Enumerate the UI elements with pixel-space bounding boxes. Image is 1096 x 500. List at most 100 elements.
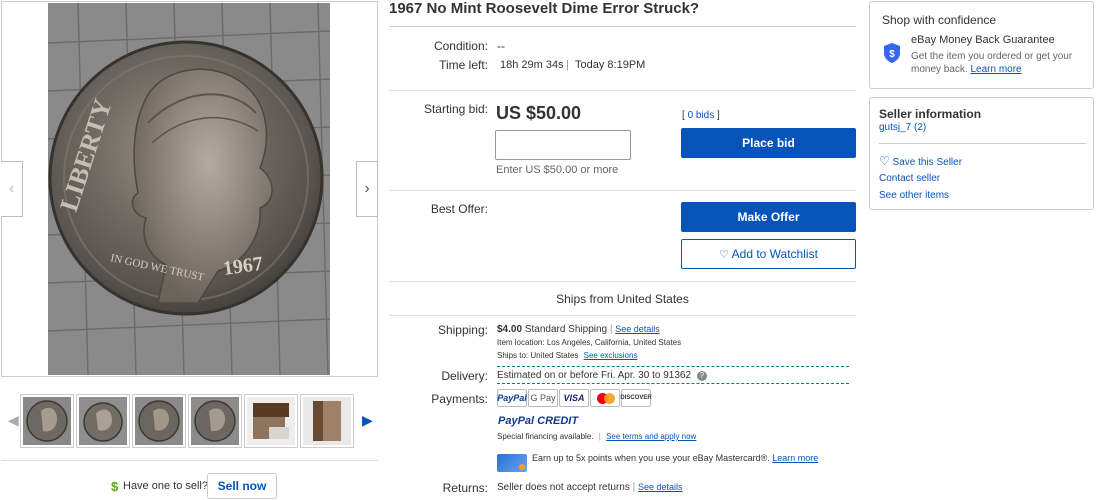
ships-to-line: Ships to: United States See exclusions [497,351,637,360]
bid-amount-input[interactable] [495,130,631,160]
best-offer-label: Best Offer: [430,202,488,216]
seller-divider [879,143,1086,144]
financing-line: Special financing available. | See terms… [497,432,696,441]
ships-to-label: Ships to: [497,351,529,360]
thumbnail-strip: ◀ ▶ [1,390,378,454]
item-location-line: Item location: Los Angeles, California, … [497,338,681,347]
thumbnail-prev-icon[interactable]: ◀ [8,412,19,429]
current-price: US $50.00 [496,103,582,123]
make-offer-button[interactable]: Make Offer [681,202,856,232]
sell-prompt: Have one to sell? [123,480,208,492]
shop-with-confidence-panel: Shop with confidence $ eBay Money Back G… [869,1,1094,89]
shipping-cost: $4.00 [497,324,523,335]
bid-hint: Enter US $50.00 or more [496,164,619,176]
see-other-items-link[interactable]: See other items [879,190,949,201]
seller-username-line: gutsj_7 (2) [879,122,926,133]
payment-icons: PayPal G Pay VISA mastercard DISCOVER [497,389,657,409]
shipping-line: $4.00 Standard Shipping | See details [497,324,660,335]
returns-label: Returns: [442,481,488,495]
seller-information-panel: Seller information gutsj_7 (2) ♡ Save th… [869,97,1094,210]
delivery-label: Delivery: [441,369,488,383]
shipping-label: Shipping: [437,323,488,337]
paypal-icon: PayPal [497,389,527,407]
financing-text: Special financing available. [497,432,594,441]
shipping-details-link[interactable]: See details [615,324,660,334]
bid-count-link[interactable]: 0 bids [688,110,715,121]
seller-feedback-link[interactable]: (2) [914,122,926,133]
divider [389,190,856,191]
time-left-end: Today 8:19PM [575,59,646,71]
page-title: 1967 No Mint Roosevelt Dime Error Struck… [389,0,700,17]
divider [389,315,856,316]
thumbnail-4[interactable] [188,394,242,448]
returns-details-link[interactable]: See details [638,482,683,492]
thumbnail-2[interactable] [76,394,130,448]
item-location-value: Los Angeles, California, United States [546,338,682,347]
guarantee-title: eBay Money Back Guarantee [911,34,1055,46]
condition-label: Condition: [433,39,488,53]
bid-count-close: ] [717,110,720,121]
time-left-separator: | [566,59,569,71]
thumbnail-1[interactable] [20,394,74,448]
mastercard-promo: Earn up to 5x points when you use your e… [532,452,852,464]
gallery-prev-button[interactable]: ‹ [1,161,23,217]
delivery-text: Estimated on or before Fri. Apr. 30 to 9… [497,370,692,381]
main-item-image[interactable]: LIBERTY IN GOD WE TRUST 1967 [48,3,330,375]
contact-seller-link[interactable]: Contact seller [879,173,940,184]
item-location-label: Item location: [497,338,545,347]
financing-link[interactable]: See terms and apply now [606,432,696,441]
confidence-heading: Shop with confidence [882,13,997,27]
gallery-next-button[interactable]: › [356,161,378,217]
save-seller-link[interactable]: Save this Seller [893,157,962,168]
heart-icon: ♡ [719,249,729,261]
returns-line: Seller does not accept returns | See det… [497,482,683,493]
shield-icon: $ [882,42,902,64]
seller-heading: Seller information [879,107,982,121]
delivery-estimate: Estimated on or before Fri. Apr. 30 to 9… [497,366,849,384]
sell-now-button[interactable]: Sell now [207,473,277,499]
ships-from: Ships from United States [556,292,689,306]
title-divider [389,26,856,27]
bid-count-open: [ [682,110,685,121]
svg-text:$: $ [889,49,895,60]
time-left-value: 18h 29m 34s [500,59,564,71]
mastercard-promo-text: Earn up to 5x points when you use your e… [532,453,770,463]
chevron-left-icon: ‹ [8,180,15,197]
seller-username-link[interactable]: gutsj_7 [879,122,911,133]
discover-icon: DISCOVER [620,389,652,407]
info-icon[interactable]: ? [696,371,707,381]
thumbnail-next-icon[interactable]: ▶ [362,412,373,429]
heart-outline-icon: ♡ [879,154,890,168]
condition-value: -- [497,39,505,53]
dollar-icon: $ [111,479,119,494]
returns-separator: | [632,482,636,493]
mastercard-icon: mastercard [590,389,620,407]
guarantee-text: Get the item you ordered or get your mon… [911,50,1081,76]
financing-separator: | [598,432,601,441]
payments-label: Payments: [431,392,488,406]
visa-icon: VISA [559,389,589,407]
sell-one-row: $ Have one to sell? Sell now [1,460,378,500]
ebay-mastercard-icon [497,454,527,472]
thumbnail-6[interactable] [300,394,354,448]
chevron-right-icon: › [364,180,370,197]
divider [389,281,856,282]
google-pay-icon: G Pay [528,389,558,407]
paypal-credit-logo: PayPal CREDIT [498,415,579,427]
shipping-method: Standard Shipping [524,324,608,335]
thumbnail-3[interactable] [132,394,186,448]
ships-to-value: United States [530,351,579,360]
divider [389,90,856,91]
watchlist-label: Add to Watchlist [731,247,818,261]
thumbnail-5[interactable] [244,394,298,448]
shipping-separator: | [609,324,613,335]
bid-count: [ 0 bids ] [682,110,720,121]
returns-text: Seller does not accept returns [497,482,630,493]
mastercard-learn-more-link[interactable]: Learn more [772,453,818,463]
see-exclusions-link[interactable]: See exclusions [584,351,638,360]
guarantee-learn-more-link[interactable]: Learn more [970,64,1021,75]
time-left-label: Time left: [439,58,488,72]
add-to-watchlist-button[interactable]: ♡ Add to Watchlist [681,239,856,269]
place-bid-button[interactable]: Place bid [681,128,856,158]
save-seller-row[interactable]: ♡ Save this Seller [879,154,962,168]
